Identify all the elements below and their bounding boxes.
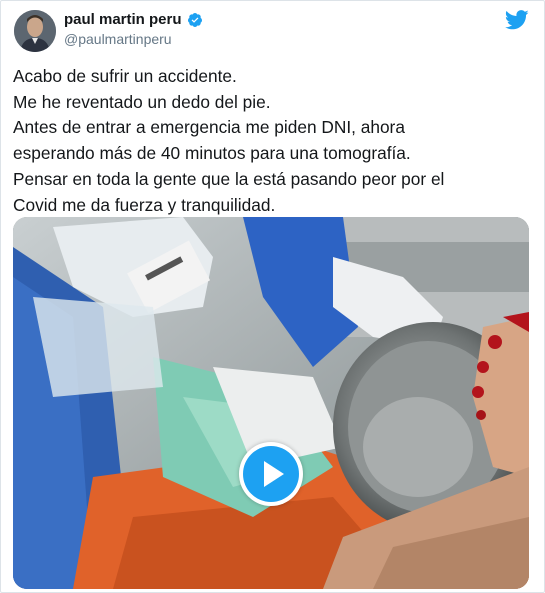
author-display-name[interactable]: paul martin peru (64, 11, 182, 28)
tweet-line: esperando más de 40 minutos para una tom… (13, 143, 411, 164)
play-icon (264, 461, 284, 487)
tweet-line: Me he reventado un dedo del pie. (13, 91, 271, 112)
tweet-line: Acabo de sufrir un accidente. (13, 66, 237, 86)
tweet-text: Acabo de sufrir un accidente. Me he reve… (13, 64, 533, 218)
tweet-line: Pensar en toda la gente que la está pasa… (13, 168, 445, 189)
play-button[interactable] (239, 442, 303, 506)
video-frame-illustration (13, 217, 529, 589)
video-thumbnail[interactable] (13, 217, 529, 589)
play-button-circle (243, 446, 299, 502)
tweet-line: Antes de entrar a emergencia me piden DN… (13, 117, 405, 138)
twitter-bird-icon[interactable] (504, 9, 529, 31)
verified-badge-icon (187, 12, 203, 28)
author-name-row: paul martin peru (64, 11, 203, 28)
tweet-line: Covid me da fuerza y tranquilidad. (13, 194, 276, 215)
avatar-image (14, 10, 56, 52)
author-handle[interactable]: @paulmartinperu (64, 31, 172, 47)
avatar[interactable] (14, 10, 56, 52)
